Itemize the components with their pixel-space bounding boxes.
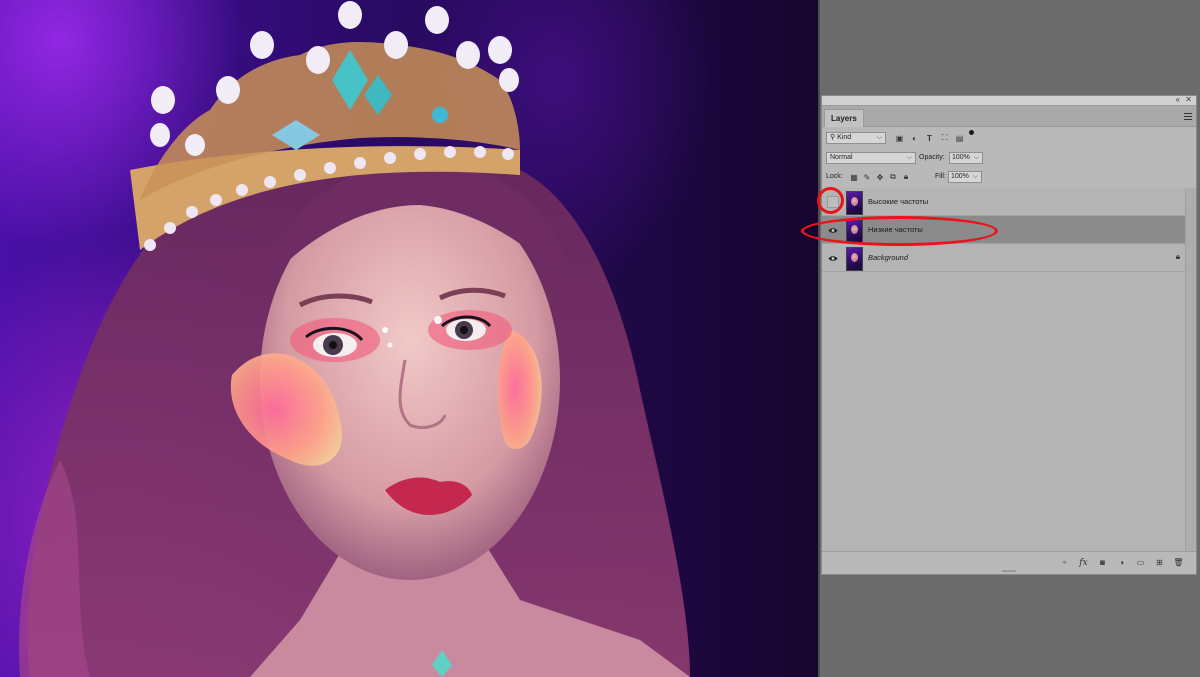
opacity-value: 100% [952,154,970,161]
eye-icon [828,255,838,261]
annotation-ellipse [801,216,998,246]
layer-name[interactable]: Высокие частоты [868,197,928,206]
lock-artboard-icon[interactable]: ⧉ [888,172,898,182]
opacity-input[interactable]: 100% ⌵ [949,152,983,164]
panel-footer: ⚭ fx ◙ ◑ ▭ ⊞ 🗑︎ [822,551,1196,574]
collapse-panel-icon[interactable]: « [1176,95,1180,105]
lock-image-icon[interactable]: ✎ [862,172,872,182]
chevron-down-icon: ⌵ [973,154,979,161]
annotation-circle [817,187,844,214]
fx-icon[interactable]: fx [1078,557,1089,568]
adjustment-layer-icon[interactable]: ◑ [1116,557,1127,568]
shape-filter-icon[interactable]: ⛶ [939,133,950,143]
layer-name[interactable]: Background [868,253,908,262]
lock-transparent-icon[interactable]: ▦ [849,172,859,182]
layer-filter-row: ⚲ Kind ⌵ ▣ ◐ T ⛶ ▤ [822,130,1196,146]
close-icon[interactable]: ✕ [1185,95,1192,105]
chevron-down-icon: ⌵ [972,173,978,180]
search-icon: ⚲ [830,134,836,141]
panel-title-bar[interactable]: « ✕ [822,95,1196,106]
layer-row[interactable]: Background 🔒︎ [822,244,1186,272]
fill-value: 100% [951,173,969,180]
fill-label: Fill: [935,173,946,180]
lock-position-icon[interactable]: ✥ [875,172,885,182]
add-mask-icon[interactable]: ◙ [1097,557,1108,568]
resize-grip[interactable] [1002,570,1016,572]
fill-input[interactable]: 100% ⌵ [948,171,982,183]
new-layer-icon[interactable]: ⊞ [1154,557,1165,568]
blend-mode-select[interactable]: Normal ⌵ [826,152,916,164]
layers-panel: « ✕ Layers ⚲ Kind ⌵ ▣ ◐ T ⛶ ▤ Normal ⌵ Op… [821,95,1197,575]
lock-row: Lock: ▦ ✎ ✥ ⧉ 🔒︎ Fill: 100% ⌵ [822,169,1196,185]
filter-toggle-icon[interactable] [969,130,974,135]
filter-kind-select[interactable]: ⚲ Kind ⌵ [826,132,886,144]
layer-lock-icon[interactable]: 🔒︎ [1176,252,1180,262]
panel-menu-icon[interactable] [1184,113,1192,122]
tab-layers[interactable]: Layers [824,109,864,127]
lock-all-icon[interactable]: 🔒︎ [901,172,911,182]
canvas-divider [818,0,820,677]
adjustment-filter-icon[interactable]: ◐ [909,133,920,143]
visibility-toggle[interactable] [826,251,840,265]
opacity-label: Opacity: [919,154,945,161]
layers-scrollbar[interactable] [1185,188,1196,552]
link-layers-icon[interactable]: ⚭ [1059,557,1070,568]
smart-object-filter-icon[interactable]: ▤ [954,133,965,143]
type-filter-icon[interactable]: T [924,133,935,143]
blend-row: Normal ⌵ Opacity: 100% ⌵ [822,150,1196,166]
document-canvas[interactable] [0,0,818,677]
blend-mode-value: Normal [830,154,853,161]
new-group-icon[interactable]: ▭ [1135,557,1146,568]
lock-label: Lock: [826,173,843,180]
chevron-down-icon: ⌵ [906,154,912,161]
layer-thumbnail [846,191,863,215]
layer-thumbnail [846,247,863,271]
portrait-photo [19,1,690,677]
layer-row[interactable]: Высокие частоты [822,188,1186,216]
chevron-down-icon: ⌵ [876,134,882,141]
filter-kind-label: Kind [837,134,852,141]
delete-layer-icon[interactable]: 🗑︎ [1173,557,1184,568]
panel-tab-bar: Layers [822,106,1196,127]
image-filter-icon[interactable]: ▣ [894,133,905,143]
